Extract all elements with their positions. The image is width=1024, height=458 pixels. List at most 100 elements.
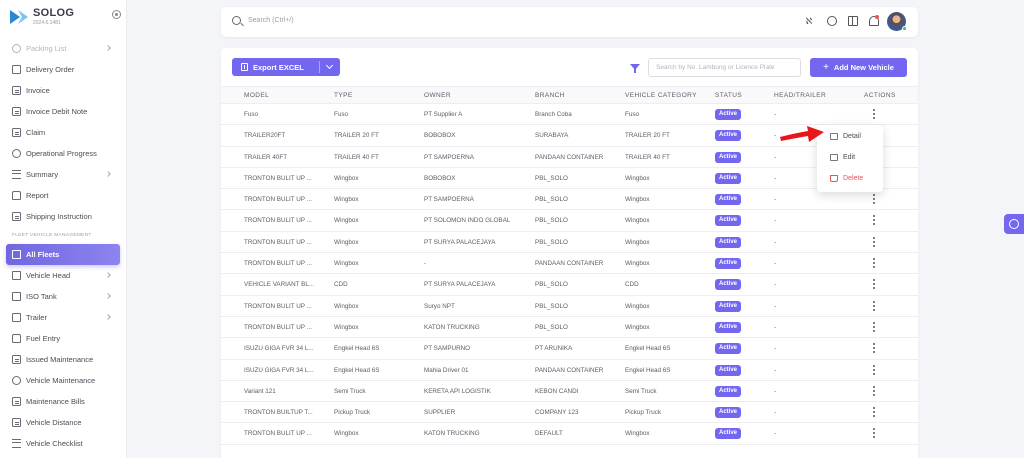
menu-item-edit[interactable]: Edit	[830, 154, 855, 161]
chevron-down-icon[interactable]	[325, 61, 334, 70]
sidebar-item-vehicle-checklist[interactable]: Vehicle Checklist	[0, 433, 126, 454]
sidebar-item-summary[interactable]: Summary	[0, 164, 126, 185]
table-cell: Wingbox	[334, 196, 359, 204]
filter-icon[interactable]	[630, 64, 640, 73]
table-row[interactable]: Fuso Fuso PT Supplier A Branch Coba Fuso Acti…	[221, 104, 918, 126]
table-cell: TRONTON BULIT UP ...	[244, 196, 312, 204]
sidebar-item-iso-tank[interactable]: ISO Tank	[0, 286, 126, 307]
table-cell: PT ARUNIKA	[535, 345, 573, 353]
sidebar-item-trailer[interactable]: Trailer	[0, 307, 126, 328]
column-header[interactable]: STATUS	[715, 92, 742, 99]
more-actions-icon[interactable]	[873, 300, 875, 311]
sidebar-item-issued-maintenance[interactable]: Issued Maintenance	[0, 349, 126, 370]
trash-icon	[830, 175, 838, 182]
export-excel-button[interactable]: Export EXCEL	[232, 58, 340, 76]
wrench-icon	[12, 376, 21, 385]
column-header[interactable]: TYPE	[334, 92, 353, 99]
table-cell: TRAILER 40 FT	[625, 153, 670, 161]
table-search-input[interactable]: Search by No. Lambung or Licence Plate	[648, 58, 801, 77]
sidebar-item-fuel-entry[interactable]: Fuel Entry	[0, 328, 126, 349]
more-actions-icon[interactable]	[873, 343, 875, 353]
sidebar-item-label: Summary	[26, 170, 59, 179]
table-row[interactable]: TRONTON BUILTUP T... Pickup Truck SUPPLIER…	[221, 402, 918, 424]
column-header[interactable]: OWNER	[424, 92, 451, 99]
table-row[interactable]: ISUZU GIGA FVR 34 L... Engkel Head 6S PT S…	[221, 338, 918, 360]
table-row[interactable]: TRONTON BULIT UP ... Wingbox KATON TRUCKIN…	[221, 317, 918, 339]
table-cell: -	[774, 345, 777, 353]
table-row[interactable]: TRONTON BULIT UP ... Wingbox KATON TRUCKIN…	[221, 423, 918, 445]
table-cell: PANDAAN CONTAINER	[535, 366, 604, 374]
sidebar-item-claim[interactable]: Claim	[0, 122, 126, 143]
table-cell: PT SAMPOERNA	[424, 153, 474, 161]
table-cell: Wingbox	[625, 302, 650, 310]
more-actions-icon[interactable]	[873, 428, 875, 438]
table-cell: -	[774, 323, 777, 331]
more-actions-icon[interactable]	[873, 109, 875, 119]
table-cell: PT SURYA PALACEJAYA	[424, 281, 496, 289]
more-actions-icon[interactable]	[873, 321, 875, 332]
chevron-right-icon	[105, 272, 111, 278]
sidebar-item-shipping-instruction[interactable]: Shipping Instruction	[0, 206, 126, 227]
sidebar-toggle-icon[interactable]	[112, 10, 121, 19]
sidebar-item-vehicle-head[interactable]: Vehicle Head	[0, 265, 126, 286]
table-row[interactable]: TRONTON BULIT UP ... Wingbox BOBOBOX PBL_SO…	[221, 168, 918, 190]
sidebar-item-vehicle-distance[interactable]: Vehicle Distance	[0, 412, 126, 433]
table-row[interactable]: Variant 121 Semi Truck KERETA API LOGISTIK…	[221, 381, 918, 403]
theme-settings-gear-icon[interactable]	[1004, 214, 1024, 234]
status-badge: Active	[715, 194, 742, 206]
table-row[interactable]: TRONTON BULIT UP ... Wingbox - PANDAAN CONT…	[221, 253, 918, 275]
table-row[interactable]: TRONTON BULIT UP ... Wingbox PT SOLOMON IN…	[221, 210, 918, 232]
brand[interactable]: SOLOG 2024.6.1481	[8, 4, 123, 32]
table-row[interactable]: TRONTON BULIT UP ... Wingbox PT SURYA PALA…	[221, 232, 918, 254]
translate-icon[interactable]: ℵ	[804, 16, 814, 26]
sidebar-item-delivery-order[interactable]: Delivery Order	[0, 59, 126, 80]
table-body: Fuso Fuso PT Supplier A Branch Coba Fuso Acti…	[221, 104, 918, 445]
table-cell: ISUZU GIGA FVR 34 L...	[244, 366, 314, 374]
checklist-icon	[12, 439, 21, 448]
menu-item-label: Detail	[843, 133, 861, 140]
sidebar-item-all-fleets[interactable]: All Fleets	[6, 244, 120, 265]
table-cell: -	[774, 387, 777, 395]
more-actions-icon[interactable]	[873, 194, 875, 204]
menu-item-detail[interactable]: Detail	[830, 133, 861, 140]
table-cell: PT SURYA PALACEJAYA	[424, 238, 496, 246]
distance-icon	[12, 418, 21, 427]
shortcuts-grid-icon[interactable]	[848, 16, 858, 26]
status-badge: Active	[715, 258, 742, 270]
table-row[interactable]: TRONTON BULIT UP ... Wingbox Suryo NPT PBL_…	[221, 296, 918, 317]
column-header[interactable]: HEAD/TRAILER	[774, 92, 826, 99]
sidebar-item-label: Trailer	[26, 313, 47, 322]
sidebar-item-maintenance-bills[interactable]: Maintenance Bills	[0, 391, 126, 412]
sidebar-item-vehicle-maintenance[interactable]: Vehicle Maintenance	[0, 370, 126, 391]
more-actions-icon[interactable]	[873, 364, 875, 375]
global-search-input[interactable]: Search (Ctrl+/)	[248, 17, 294, 24]
add-new-vehicle-button[interactable]: + Add New Vehicle	[810, 58, 907, 77]
search-icon[interactable]	[232, 16, 241, 25]
table-row[interactable]: ISUZU GIGA FVR 34 L... Engkel Head 6S Mahi…	[221, 360, 918, 381]
more-actions-icon[interactable]	[873, 407, 875, 417]
sidebar-item-label: Maintenance Bills	[26, 397, 85, 406]
table-cell: TRAILER20FT	[244, 132, 286, 140]
more-actions-icon[interactable]	[873, 258, 875, 268]
sidebar-item-report[interactable]: Report	[0, 185, 126, 206]
brand-version: 2024.6.1481	[33, 20, 61, 26]
table-row[interactable]: TRONTON BULIT UP ... Wingbox PT SAMPOERNA P…	[221, 189, 918, 211]
more-actions-icon[interactable]	[873, 385, 875, 396]
column-header[interactable]: VEHICLE CATEGORY	[625, 92, 697, 99]
table-row[interactable]: TRAILER 40FT TRAILER 40 FT PT SAMPOERNA PAN…	[221, 147, 918, 168]
more-actions-icon[interactable]	[873, 215, 875, 225]
sidebar-item-label: Shipping Instruction	[26, 212, 92, 221]
column-header[interactable]: MODEL	[244, 92, 269, 99]
table-row[interactable]: VEHICLE VARIANT BL... CDD PT SURYA PALACEJ…	[221, 274, 918, 296]
sidebar-item-packing-list[interactable]: Packing List	[0, 38, 126, 59]
column-header[interactable]: BRANCH	[535, 92, 565, 99]
sidebar-item-invoice-debit-note[interactable]: Invoice Debit Note	[0, 101, 126, 122]
sidebar-item-label: Claim	[26, 128, 46, 137]
sidebar-item-invoice[interactable]: Invoice	[0, 80, 126, 101]
clock-icon[interactable]	[827, 16, 837, 26]
sidebar-item-operational-progress[interactable]: Operational Progress	[0, 143, 126, 164]
table-cell: TRAILER 20 FT	[625, 132, 670, 140]
more-actions-icon[interactable]	[873, 236, 875, 247]
more-actions-icon[interactable]	[873, 279, 875, 289]
menu-item-delete[interactable]: Delete	[830, 175, 863, 182]
